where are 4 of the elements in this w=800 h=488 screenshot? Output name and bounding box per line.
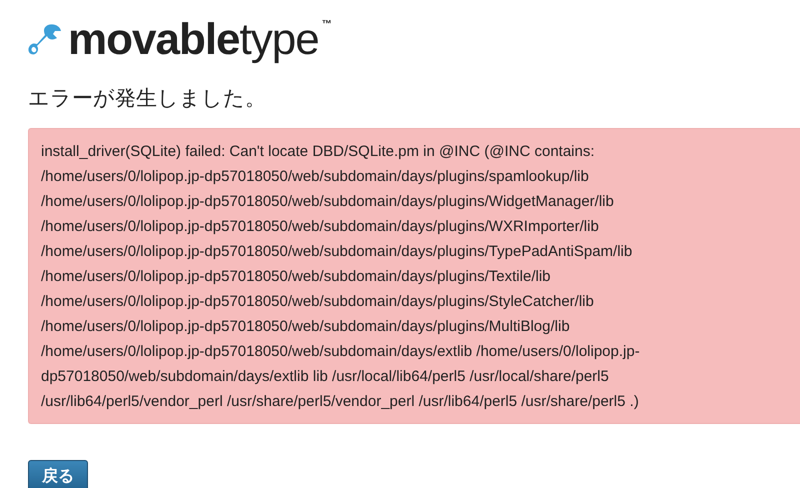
- error-message: install_driver(SQLite) failed: Can't locate DBD/SQLite.pm in @INC (@INC contains: /home/users/0/lolipop.jp-dp57018050/web/subdomain/days/plugins/spamlookup/lib /home/users/0/lolipop.jp-dp57018050/web/subdomain/days/plugins/WidgetManager/lib /home/users/0/lolipop.jp-dp57018050/web/subdomain/days/plugins/WXRImporter/lib /home/users/0/lolipop.jp-dp57018050/web/subdomain/days/plugins/TypePadAntiSpam/lib /home/users/0/lolipop.jp-dp57018050/web/subdomain/days/plugins/Textile/lib /home/users/0/lolipop.jp-dp57018050/web/subdomain/days/plugins/StyleCatcher/lib /home/users/0/lolipop.jp-dp57018050/web/subdomain/days/plugins/MultiBlog/lib /home/users/0/lolipop.jp-dp57018050/web/subdomain/days/extlib /home/users/0/lolipop.jp- dp57018050/web/subdomain/days/extlib lib /usr/local/lib64/perl5 /usr/local/share/perl5 /usr/lib64/perl5/vendor_perl /usr/share/perl5/vendor_perl /usr/lib64/perl5 /usr/share/perl5 .): [41, 142, 641, 412]
- logo-wordmark: movabletype$^{™}$: [68, 18, 331, 62]
- page-heading: エラーが発生しました。: [28, 86, 266, 112]
- back-button[interactable]: 戻る: [28, 460, 88, 488]
